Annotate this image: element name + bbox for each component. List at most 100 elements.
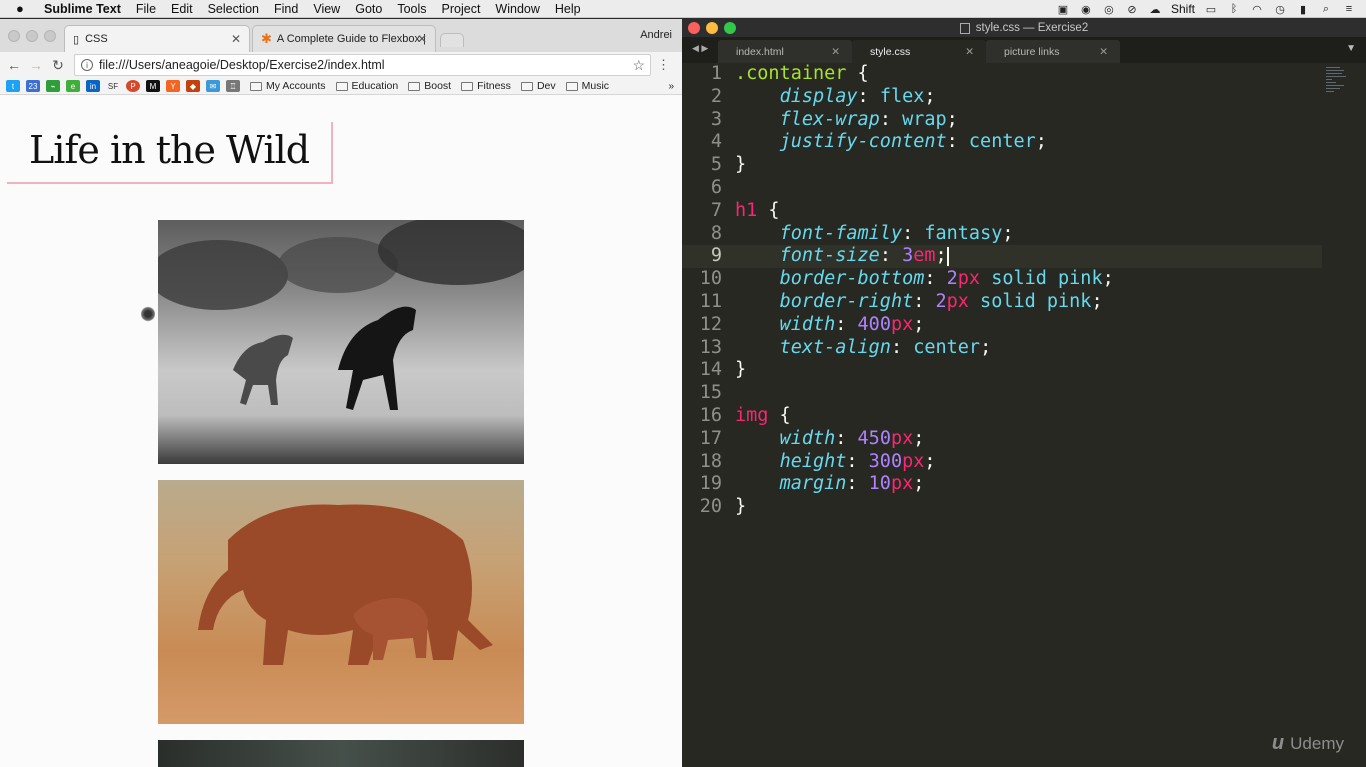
menu-help[interactable]: Help xyxy=(555,2,581,16)
menu-find[interactable]: Find xyxy=(274,2,298,16)
close-tab-icon[interactable]: ✕ xyxy=(231,32,241,46)
tab-nav-arrows-icon[interactable]: ◀ ▶ xyxy=(692,43,708,54)
notification-center-icon[interactable]: ≡ xyxy=(1342,3,1356,15)
editor-minimize-button[interactable] xyxy=(706,22,718,34)
time-machine-icon[interactable]: ◷ xyxy=(1273,3,1287,16)
code-line: 12 width: 400px; xyxy=(699,313,925,335)
new-tab-button[interactable] xyxy=(440,33,464,47)
reload-icon[interactable]: ↻ xyxy=(50,57,66,74)
info-icon[interactable]: i xyxy=(81,59,93,71)
more-bookmarks-icon[interactable]: » xyxy=(668,81,674,92)
menu-bar: ● Sublime Text File Edit Selection Find … xyxy=(0,0,1366,18)
sf-icon[interactable]: SF xyxy=(106,80,120,92)
cloud-icon[interactable]: ☁ xyxy=(1148,3,1162,16)
udemy-watermark: u Udemy xyxy=(1272,732,1344,755)
code-line: 20} xyxy=(699,496,747,518)
menu-goto[interactable]: Goto xyxy=(355,2,382,16)
editor-close-button[interactable] xyxy=(688,22,700,34)
code-line: 3 flex-wrap: wrap; xyxy=(710,108,958,130)
block-icon[interactable]: ⊘ xyxy=(1125,3,1139,16)
code-line: 4 justify-content: center; xyxy=(710,131,1047,153)
status-icons: ▣ ◉ ◎ ⊘ ☁ Shift ▭ ᛒ ◠ ◷ ▮ ⌕ ≡ xyxy=(1056,0,1356,18)
editor-tab-index-html[interactable]: index.html ✕ xyxy=(718,40,852,63)
twitter-icon[interactable]: t xyxy=(6,80,20,92)
bookmark-folder-my-accounts[interactable]: My Accounts xyxy=(250,80,326,92)
bookmark-green-icon[interactable]: ⌁ xyxy=(46,80,60,92)
calendar-icon[interactable]: 23 xyxy=(26,80,40,92)
minimize-window-button[interactable] xyxy=(26,30,38,42)
menu-selection[interactable]: Selection xyxy=(208,2,259,16)
menu-project[interactable]: Project xyxy=(442,2,481,16)
evernote-icon[interactable]: e xyxy=(66,80,80,92)
bluetooth-icon[interactable]: ᛒ xyxy=(1227,3,1241,15)
editor-tab-label: style.css xyxy=(870,45,911,58)
app-icon[interactable]: ◆ xyxy=(186,80,200,92)
folder-label: Music xyxy=(581,80,610,92)
close-tab-icon[interactable]: ✕ xyxy=(1099,46,1108,58)
medium-icon[interactable]: M xyxy=(146,80,160,92)
forward-icon[interactable]: → xyxy=(28,57,44,73)
record-icon[interactable]: ◉ xyxy=(1079,3,1093,16)
menu-app-name[interactable]: Sublime Text xyxy=(44,2,121,16)
text-caret xyxy=(946,246,949,266)
editor-window: style.css — Exercise2 ◀ ▶ index.html ✕ s… xyxy=(682,19,1366,767)
editor-tab-bar: ◀ ▶ index.html ✕ style.css ✕ picture lin… xyxy=(682,37,1366,63)
profile-name[interactable]: Andrei xyxy=(640,29,672,41)
browser-window: ▯ CSS ✕ ✱ A Complete Guide to Flexbox | … xyxy=(0,19,682,767)
battery-icon[interactable]: ▮ xyxy=(1296,3,1310,16)
producthunt-icon[interactable]: P xyxy=(126,80,140,92)
back-icon[interactable]: ← xyxy=(6,57,22,73)
menu-tools[interactable]: Tools xyxy=(397,2,426,16)
folder-icon xyxy=(520,81,533,91)
bookmark-folder-music[interactable]: Music xyxy=(565,80,610,92)
folder-icon xyxy=(250,81,262,91)
browser-menu-icon[interactable]: ⋮ xyxy=(657,57,670,73)
wifi-icon[interactable]: ◠ xyxy=(1250,3,1264,16)
bookmark-star-icon[interactable]: ☆ xyxy=(632,57,645,74)
editor-zoom-button[interactable] xyxy=(724,22,736,34)
close-tab-icon[interactable]: ✕ xyxy=(965,46,974,58)
close-tab-icon[interactable]: ✕ xyxy=(417,32,427,46)
menu-view[interactable]: View xyxy=(313,2,340,16)
close-tab-icon[interactable]: ✕ xyxy=(831,46,840,58)
address-bar[interactable]: i file:///Users/aneagoie/Desktop/Exercis… xyxy=(74,54,651,76)
udemy-text: Udemy xyxy=(1290,733,1344,753)
bookmark-folder-education[interactable]: Education xyxy=(335,80,399,92)
menu-edit[interactable]: Edit xyxy=(171,2,193,16)
editor-window-title: style.css — Exercise2 xyxy=(975,22,1089,34)
code-line: 14} xyxy=(699,359,747,381)
apple-icon[interactable]: ● xyxy=(16,1,32,16)
folder-label: Dev xyxy=(536,80,556,92)
bookmark-folder-boost[interactable]: Boost xyxy=(408,80,451,92)
menu-window[interactable]: Window xyxy=(495,2,539,16)
camera-icon[interactable]: ▣ xyxy=(1056,3,1070,16)
airplay-icon[interactable]: ▭ xyxy=(1204,3,1218,16)
code-line: 1 .container { xyxy=(710,63,869,84)
bookmark-folder-fitness[interactable]: Fitness xyxy=(461,80,511,92)
shift-indicator: Shift xyxy=(1170,2,1195,16)
editor-tab-picture-links[interactable]: picture links ✕ xyxy=(986,40,1120,63)
url-text: file:///Users/aneagoie/Desktop/Exercise2… xyxy=(99,58,385,72)
minimap[interactable] xyxy=(1326,67,1348,105)
file-icon xyxy=(959,22,970,34)
sync-icon[interactable]: ◎ xyxy=(1102,3,1116,16)
ycombinator-icon[interactable]: Y xyxy=(166,80,180,92)
folder-label: Education xyxy=(351,80,399,92)
app3-icon[interactable]: ♖ xyxy=(226,80,240,92)
horses-illustration xyxy=(158,220,524,410)
bookmark-folder-dev[interactable]: Dev xyxy=(520,80,556,92)
code-line: 7 h1 { xyxy=(710,199,780,221)
third-image xyxy=(158,740,524,767)
tab-dropdown-icon[interactable]: ▼ xyxy=(1346,43,1356,54)
folder-icon xyxy=(565,81,578,91)
udemy-logo-icon: u xyxy=(1271,732,1285,754)
browser-tab-css[interactable]: ▯ CSS ✕ xyxy=(64,25,250,52)
editor-tab-style-css[interactable]: style.css ✕ xyxy=(852,40,986,63)
browser-tab-flexbox[interactable]: ✱ A Complete Guide to Flexbox | ✕ xyxy=(252,25,436,52)
app2-icon[interactable]: ✉ xyxy=(206,80,220,92)
search-icon[interactable]: ⌕ xyxy=(1319,3,1333,15)
menu-file[interactable]: File xyxy=(136,2,156,16)
close-window-button[interactable] xyxy=(8,30,20,42)
linkedin-icon[interactable]: in xyxy=(86,80,100,92)
zoom-window-button[interactable] xyxy=(44,30,56,42)
